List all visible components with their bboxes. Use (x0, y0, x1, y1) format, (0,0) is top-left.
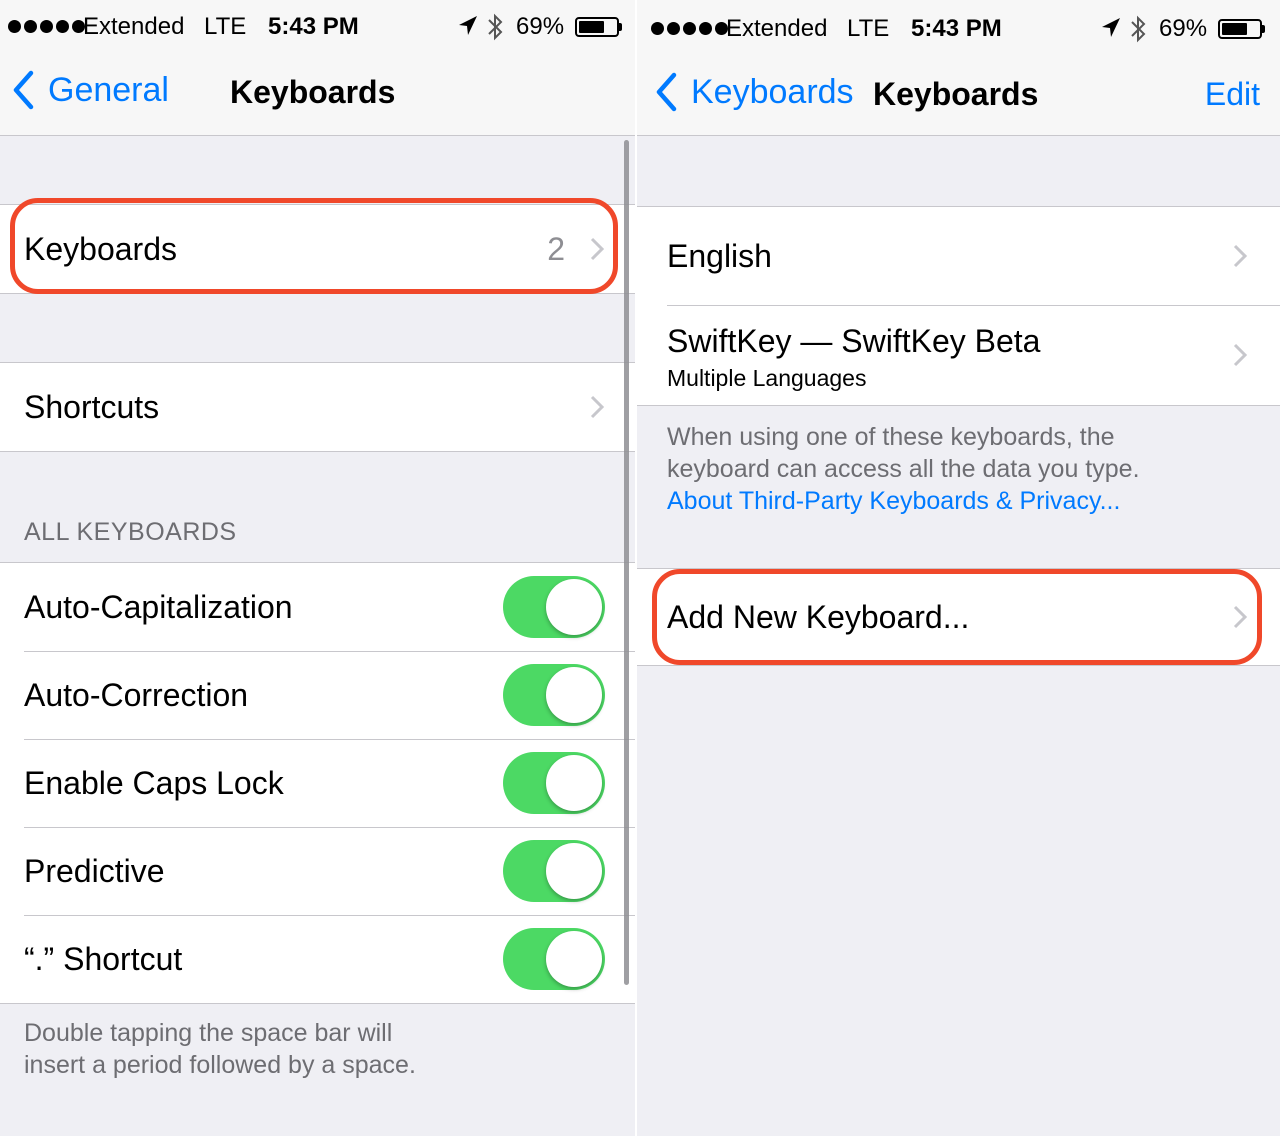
footer-line: When using one of these keyboards, the (667, 423, 1115, 451)
predictive-label: Predictive (24, 852, 165, 889)
keyboard-name: English (667, 237, 772, 274)
keyboard-row-swiftkey[interactable]: SwiftKey — SwiftKey Beta Multiple Langua… (637, 305, 1280, 405)
bluetooth-icon (486, 12, 504, 49)
period-shortcut-toggle[interactable] (503, 928, 605, 990)
period-shortcut-label: “.” Shortcut (24, 940, 183, 977)
shortcuts-row-label: Shortcuts (24, 388, 160, 425)
status-time: 5:43 PM (268, 13, 359, 40)
keyboards-settings-screen: Extended LTE 5:43 PM 69% General Keyboar… (0, 0, 635, 1136)
auto-capitalization-toggle[interactable] (503, 576, 605, 638)
signal-strength-icon (651, 22, 728, 35)
keyboard-sublabel: Multiple Languages (667, 365, 867, 391)
network-type: LTE (204, 13, 247, 40)
page-title: Keyboards (873, 76, 1039, 112)
back-button-label: Keyboards (691, 72, 854, 111)
page-title: Keyboards (230, 74, 396, 110)
scrollbar[interactable] (624, 140, 629, 985)
back-button-label: General (48, 70, 169, 109)
carrier-name: Extended (83, 13, 185, 40)
all-keyboards-group: Auto-Capitalization Auto-Correction Enab… (0, 562, 635, 1004)
enable-caps-lock-label: Enable Caps Lock (24, 764, 284, 801)
add-keyboard-group: Add New Keyboard... (637, 568, 1280, 666)
keyboard-list-group: English SwiftKey — SwiftKey Beta Multipl… (637, 206, 1280, 406)
shortcuts-row[interactable]: Shortcuts (0, 363, 635, 451)
battery-percentage: 69% (516, 13, 565, 40)
predictive-toggle[interactable] (503, 840, 605, 902)
navigation-bar: Keyboards Keyboards Edit (637, 56, 1280, 136)
keyboard-list-screen: Extended LTE 5:43 PM 69% Keyboards Keybo… (637, 0, 1280, 1136)
navigation-bar: General Keyboards (0, 56, 635, 136)
battery-icon (575, 17, 619, 37)
bluetooth-icon (1129, 14, 1147, 51)
auto-correction-label: Auto-Correction (24, 676, 249, 713)
third-party-footer: When using one of these keyboards, the k… (667, 421, 1140, 517)
third-party-privacy-link[interactable]: About Third-Party Keyboards & Privacy... (667, 485, 1140, 517)
keyboards-row-label: Keyboards (24, 230, 177, 267)
enable-caps-lock-toggle[interactable] (503, 752, 605, 814)
signal-strength-icon (8, 20, 85, 33)
disclosure-chevron-icon (1233, 343, 1248, 367)
network-type: LTE (847, 15, 890, 42)
add-new-keyboard-row[interactable]: Add New Keyboard... (637, 569, 1280, 665)
location-arrow-icon (458, 15, 478, 44)
carrier-name: Extended (726, 15, 828, 42)
footer-line: insert a period followed by a space. (24, 1051, 416, 1079)
period-shortcut-row: “.” Shortcut (0, 915, 635, 1003)
edit-button[interactable]: Edit (1205, 76, 1260, 113)
status-bar: Extended LTE 5:43 PM 69% (637, 0, 1280, 56)
back-button[interactable]: General (12, 70, 169, 110)
battery-tip (1262, 25, 1265, 33)
shortcuts-group: Shortcuts (0, 362, 635, 452)
battery-percentage: 69% (1159, 15, 1208, 42)
battery-icon (1218, 19, 1262, 39)
auto-correction-row: Auto-Correction (0, 651, 635, 739)
status-bar: Extended LTE 5:43 PM 69% (0, 0, 635, 56)
disclosure-chevron-icon (1233, 605, 1248, 629)
keyboards-row[interactable]: Keyboards 2 (0, 205, 635, 293)
predictive-row: Predictive (0, 827, 635, 915)
add-new-keyboard-label: Add New Keyboard... (667, 598, 970, 635)
auto-capitalization-row: Auto-Capitalization (0, 563, 635, 651)
disclosure-chevron-icon (1233, 244, 1248, 268)
back-chevron-icon (13, 70, 34, 110)
auto-capitalization-label: Auto-Capitalization (24, 588, 293, 625)
footer-line: Double tapping the space bar will (24, 1019, 393, 1047)
keyboard-row-english[interactable]: English (637, 207, 1280, 305)
all-keyboards-header: ALL KEYBOARDS (24, 518, 237, 546)
location-arrow-icon (1101, 17, 1121, 46)
footer-line: keyboard can access all the data you typ… (667, 455, 1140, 483)
back-button[interactable]: Keyboards (655, 72, 854, 112)
disclosure-chevron-icon (590, 237, 605, 261)
status-time: 5:43 PM (911, 15, 1002, 42)
battery-tip (619, 23, 622, 31)
keyboards-count: 2 (547, 230, 565, 267)
period-shortcut-footer: Double tapping the space bar will insert… (24, 1017, 416, 1081)
disclosure-chevron-icon (590, 395, 605, 419)
enable-caps-lock-row: Enable Caps Lock (0, 739, 635, 827)
keyboards-group: Keyboards 2 (0, 204, 635, 294)
keyboard-name: SwiftKey — SwiftKey Beta (667, 323, 1041, 359)
back-chevron-icon (656, 72, 677, 112)
auto-correction-toggle[interactable] (503, 664, 605, 726)
